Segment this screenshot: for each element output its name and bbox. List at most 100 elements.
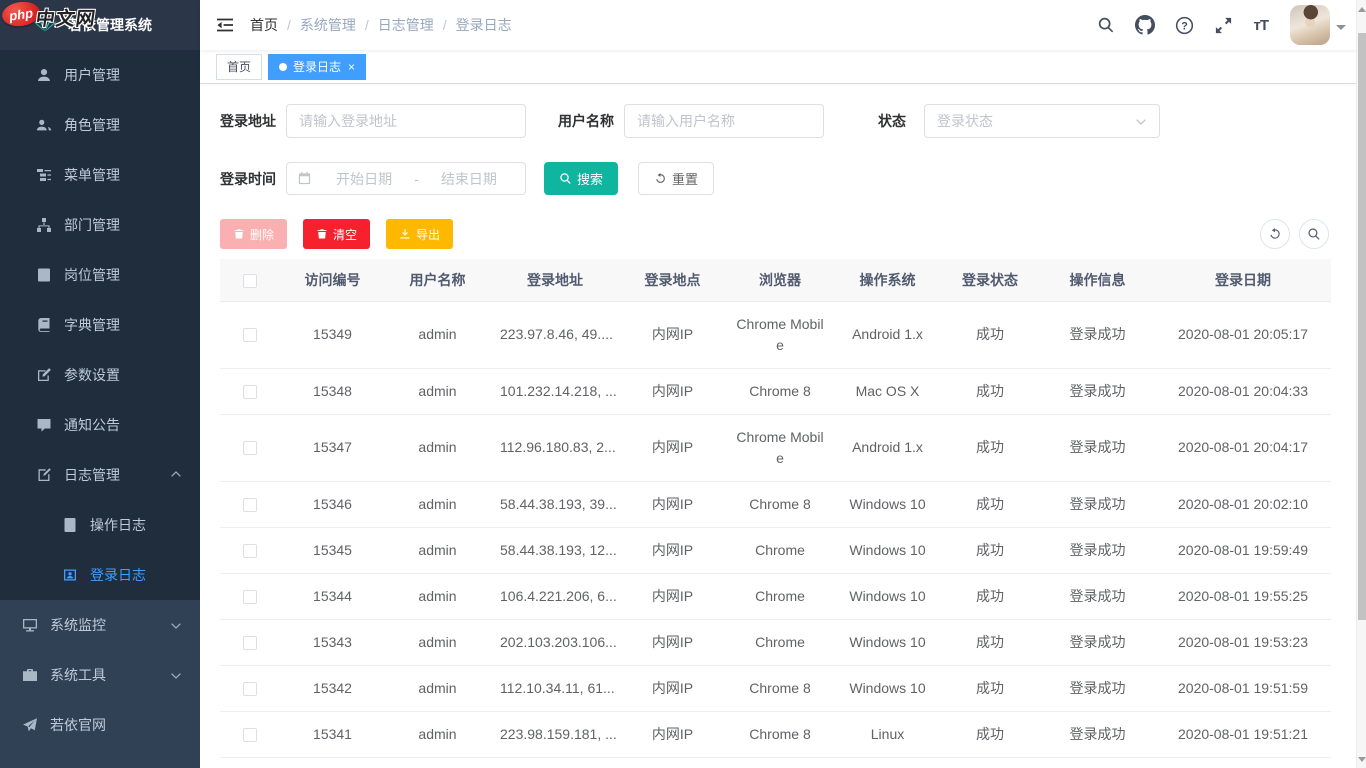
status-select[interactable]: 登录状态 — [924, 104, 1160, 138]
sidebar-item-label: 部门管理 — [64, 215, 120, 235]
table-cell: Firefox 7 — [725, 757, 835, 768]
status-label: 状态 — [878, 111, 906, 131]
table-cell: 2020-08-01 19:59:49 — [1155, 527, 1331, 573]
sidebar-item-user[interactable]: 用户管理 — [0, 50, 200, 100]
table-cell: 2020-08-01 20:04:33 — [1155, 368, 1331, 414]
user-avatar[interactable] — [1290, 5, 1330, 45]
tool-icon — [22, 667, 38, 683]
github-link-button[interactable] — [1125, 0, 1165, 50]
tab-active[interactable]: 登录日志 × — [268, 54, 366, 80]
sidebar-item-monitor[interactable]: 系统监控 — [0, 600, 200, 650]
clear-button[interactable]: 清空 — [303, 219, 370, 249]
top-navbar: 首页/系统管理/日志管理/登录日志 ? — [200, 0, 1366, 50]
table-cell: Windows 10 — [835, 757, 940, 768]
avatar-caret-down-icon[interactable] — [1336, 25, 1346, 35]
date-range-picker[interactable]: 开始日期 - 结束日期 — [286, 162, 526, 195]
table-cell: Chrome — [725, 527, 835, 573]
sidebar-item-notice[interactable]: 通知公告 — [0, 400, 200, 450]
row-checkbox[interactable] — [243, 636, 257, 650]
table-cell: Android 1.x — [835, 414, 940, 481]
help-button[interactable]: ? — [1165, 0, 1204, 50]
sidebar-item-menu[interactable]: 菜单管理 — [0, 150, 200, 200]
breadcrumb: 首页/系统管理/日志管理/登录日志 — [250, 15, 512, 35]
table-cell: 内网IP — [620, 573, 725, 619]
sidebar: 若依管理系统 用户管理角色管理菜单管理部门管理岗位管理字典管理参数设置通知公告日… — [0, 0, 200, 768]
fullscreen-button[interactable] — [1204, 0, 1243, 50]
tab-close-icon[interactable]: × — [348, 61, 355, 73]
filter-row-1: 登录地址 用户名称 状态 登录状态 — [220, 104, 1329, 138]
row-select-cell — [220, 368, 280, 414]
select-all-header-cell — [220, 259, 280, 301]
login-address-input[interactable] — [286, 104, 526, 138]
scroll-down-arrow-icon[interactable] — [1357, 752, 1366, 766]
breadcrumb-item[interactable]: 系统管理 — [300, 15, 356, 35]
search-button[interactable]: 搜索 — [544, 162, 618, 195]
table-cell: 112.96.180.83, 2... — [490, 414, 620, 481]
breadcrumb-item[interactable]: 日志管理 — [378, 15, 434, 35]
message-icon — [36, 417, 52, 433]
sidebar-item-dict[interactable]: 字典管理 — [0, 300, 200, 350]
table-cell: 223.98.159.181, ... — [490, 711, 620, 757]
row-checkbox[interactable] — [243, 590, 257, 604]
row-checkbox[interactable] — [243, 498, 257, 512]
username-input[interactable] — [624, 104, 824, 138]
table-cell: 2020-08-01 20:04:17 — [1155, 414, 1331, 481]
export-button[interactable]: 导出 — [386, 219, 453, 249]
tab-home[interactable]: 首页 — [216, 54, 262, 80]
toggle-search-button[interactable] — [1299, 219, 1329, 249]
table-cell: admin — [385, 527, 490, 573]
app-logo-bar[interactable]: 若依管理系统 — [0, 0, 200, 50]
page-scrollbar[interactable] — [1356, 0, 1366, 768]
table-cell: 成功 — [940, 573, 1040, 619]
row-checkbox[interactable] — [243, 328, 257, 342]
row-select-cell — [220, 573, 280, 619]
sidebar-item-post[interactable]: 岗位管理 — [0, 250, 200, 300]
tab-label: 登录日志 — [293, 58, 341, 75]
dict-icon — [36, 317, 52, 333]
row-checkbox[interactable] — [243, 544, 257, 558]
row-checkbox[interactable] — [243, 682, 257, 696]
header-search-button[interactable] — [1087, 0, 1125, 50]
row-checkbox[interactable] — [243, 441, 257, 455]
reset-button[interactable]: 重置 — [638, 162, 714, 195]
table-row: 15346admin58.44.38.193, 39...内网IPChrome … — [220, 481, 1331, 527]
table-toolbar: 删除 清空 导出 — [220, 219, 1329, 249]
breadcrumb-item[interactable]: 登录日志 — [456, 15, 512, 35]
breadcrumb-item[interactable]: 首页 — [250, 15, 278, 35]
column-header: 用户名称 — [385, 259, 490, 301]
table-cell: 成功 — [940, 481, 1040, 527]
refresh-table-button[interactable] — [1260, 219, 1290, 249]
table-cell: Chrome Mobile — [725, 301, 835, 368]
row-checkbox[interactable] — [243, 728, 257, 742]
navbar-actions: ? тT — [1087, 0, 1366, 50]
sidebar-item-tool[interactable]: 系统工具 — [0, 650, 200, 700]
trash-icon — [233, 228, 245, 240]
sidebar-item-dept[interactable]: 部门管理 — [0, 200, 200, 250]
table-cell: Windows 10 — [835, 481, 940, 527]
sidebar-toggle-button[interactable] — [200, 0, 250, 50]
table-cell: 15341 — [280, 711, 385, 757]
table-cell: admin — [385, 711, 490, 757]
table-cell: 113.109.108.61... — [490, 757, 620, 768]
row-checkbox[interactable] — [243, 385, 257, 399]
sidebar-item-operlog[interactable]: 操作日志 — [0, 500, 200, 550]
table-cell: 登录成功 — [1040, 414, 1155, 481]
sidebar-item-log[interactable]: 日志管理 — [0, 450, 200, 500]
sidebar-item-label: 若依官网 — [50, 715, 106, 735]
sidebar-item-config[interactable]: 参数设置 — [0, 350, 200, 400]
delete-button[interactable]: 删除 — [220, 219, 287, 249]
table-cell: 15340 — [280, 757, 385, 768]
tree-table-icon — [36, 167, 52, 183]
search-icon — [559, 172, 572, 185]
sidebar-item-label: 用户管理 — [64, 65, 120, 85]
scrollbar-thumb[interactable] — [1358, 33, 1366, 620]
table-cell: 成功 — [940, 301, 1040, 368]
sidebar-item-logininfor[interactable]: 登录日志 — [0, 550, 200, 600]
table-row: 15340admin113.109.108.61...内网IPFirefox 7… — [220, 757, 1331, 768]
table-cell: 成功 — [940, 665, 1040, 711]
select-all-checkbox[interactable] — [243, 274, 257, 288]
sidebar-item-website[interactable]: 若依官网 — [0, 700, 200, 750]
sidebar-item-role[interactable]: 角色管理 — [0, 100, 200, 150]
font-size-button[interactable]: тT — [1243, 0, 1278, 50]
scroll-up-arrow-icon[interactable] — [1357, 2, 1366, 16]
